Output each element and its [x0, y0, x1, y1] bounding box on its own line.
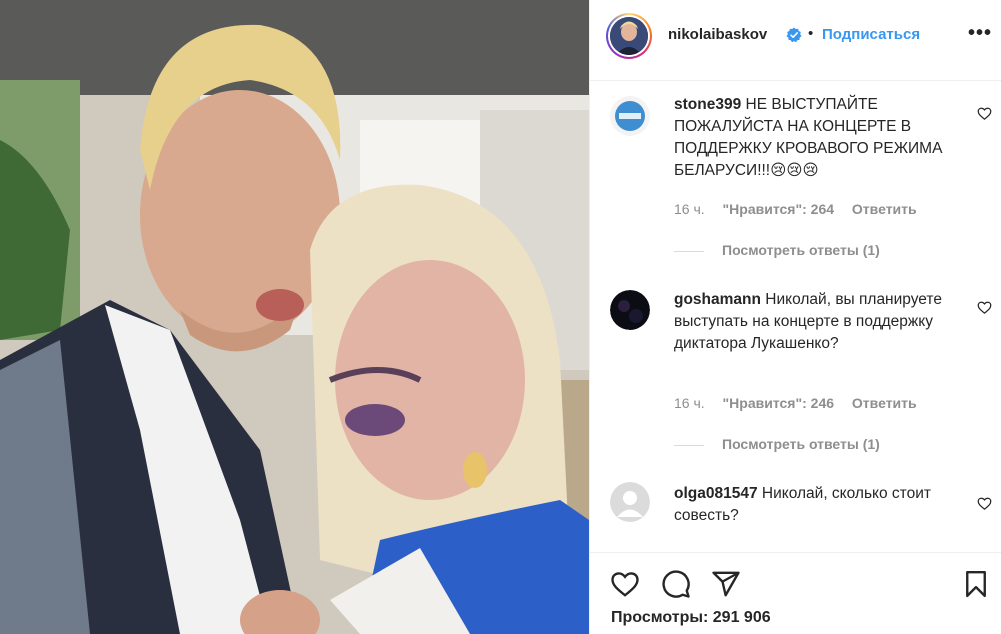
comment-text: olga081547 Николай, сколько стоит совест…	[674, 483, 954, 527]
replies-divider	[674, 444, 704, 446]
comment-username[interactable]: stone399	[674, 96, 741, 113]
separator-dot: •	[808, 25, 814, 42]
replies-divider	[674, 250, 704, 252]
view-replies-label: Посмотреть ответы (1)	[722, 242, 880, 258]
share-icon[interactable]	[711, 569, 741, 599]
comment-text: goshamann Николай, вы планируете выступа…	[674, 289, 954, 355]
view-replies-button[interactable]: Посмотреть ответы (1)	[674, 242, 880, 258]
view-replies-button[interactable]: Посмотреть ответы (1)	[674, 436, 880, 452]
comment-reply-button[interactable]: Ответить	[852, 395, 917, 411]
post-video[interactable]	[0, 0, 589, 634]
post-header: nikolaibaskov • Подписаться •••	[590, 0, 1001, 81]
commenter-avatar[interactable]	[610, 96, 650, 136]
video-frame	[0, 0, 589, 634]
heart-icon[interactable]	[977, 106, 992, 121]
author-username[interactable]: nikolaibaskov	[668, 26, 767, 43]
comment-time[interactable]: 16 ч.	[674, 201, 705, 217]
comment-meta: 16 ч. "Нравится": 246 Ответить	[674, 395, 931, 411]
follow-button[interactable]: Подписаться	[822, 26, 920, 43]
comment-time[interactable]: 16 ч.	[674, 395, 705, 411]
views-count: Просмотры: 291 906	[611, 609, 771, 626]
commenter-avatar[interactable]	[610, 482, 650, 522]
commenter-avatar[interactable]	[610, 290, 650, 330]
more-icon[interactable]: •••	[968, 22, 992, 45]
comment-reply-button[interactable]: Ответить	[852, 201, 917, 217]
bookmark-icon[interactable]	[961, 569, 991, 599]
comment-username[interactable]: goshamann	[674, 291, 761, 308]
comment-meta: 16 ч. "Нравится": 264 Ответить	[674, 201, 931, 217]
comment-likes[interactable]: "Нравится": 246	[723, 395, 834, 411]
verified-badge-icon	[786, 27, 802, 43]
view-replies-label: Посмотреть ответы (1)	[722, 436, 880, 452]
heart-icon[interactable]	[977, 300, 992, 315]
comment-text: stone399 НЕ ВЫСТУПАЙТЕ ПОЖАЛУЙСТА НА КОН…	[674, 94, 954, 182]
heart-icon[interactable]	[977, 496, 992, 511]
post-panel: nikolaibaskov • Подписаться ••• stone399…	[589, 0, 1001, 634]
comment-icon[interactable]	[661, 569, 691, 599]
action-bar: Просмотры: 291 906	[590, 552, 1001, 634]
comment-username[interactable]: olga081547	[674, 485, 758, 502]
author-avatar[interactable]	[606, 13, 652, 59]
like-heart-icon[interactable]	[610, 569, 640, 599]
comment-likes[interactable]: "Нравится": 264	[723, 201, 834, 217]
